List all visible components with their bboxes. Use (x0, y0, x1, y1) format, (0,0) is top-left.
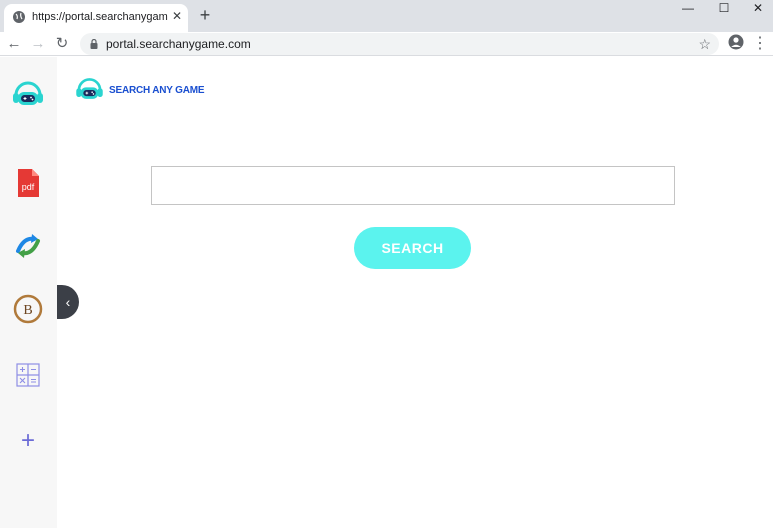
browser-menu-icon[interactable]: ⋮ (750, 34, 770, 54)
search-input[interactable] (151, 166, 675, 205)
new-tab-button[interactable]: + (196, 6, 214, 24)
tab-strip: https://portal.searchanygame.co ✕ + — ☐ … (0, 0, 773, 32)
bitcoin-icon-label: B (23, 303, 32, 318)
close-window-button[interactable]: ✕ (740, 0, 773, 16)
brand-name: SEARCH ANY GAME (109, 84, 205, 96)
forward-button[interactable]: → (28, 34, 48, 54)
profile-avatar-icon[interactable] (726, 34, 746, 54)
browser-toolbar: ← → ↻ portal.searchanygame.com ☆ ⋮ (0, 32, 773, 56)
search-button[interactable]: SEARCH (354, 227, 471, 269)
reload-button[interactable]: ↻ (52, 34, 72, 54)
lock-icon (90, 39, 98, 49)
main-content: SEARCH ANY GAME SEARCH (57, 57, 773, 528)
bookmark-star-icon[interactable]: ☆ (698, 35, 711, 53)
globe-icon (13, 11, 25, 23)
game-controller-logo-icon[interactable] (10, 77, 46, 113)
add-icon[interactable]: + (10, 423, 46, 459)
bitcoin-icon[interactable]: B (10, 291, 46, 327)
tab-title: https://portal.searchanygame.co (32, 11, 168, 23)
pdf-icon-label: pdf (22, 182, 35, 192)
address-bar[interactable]: portal.searchanygame.com ☆ (80, 33, 719, 55)
maximize-button[interactable]: ☐ (706, 0, 742, 16)
minimize-button[interactable]: — (670, 0, 706, 16)
calculator-icon[interactable] (10, 357, 46, 393)
brand-logo[interactable]: SEARCH ANY GAME (73, 75, 205, 105)
sidebar: pdf B + (0, 57, 57, 528)
back-button[interactable]: ← (4, 34, 24, 54)
browser-tab[interactable]: https://portal.searchanygame.co ✕ (4, 4, 188, 32)
url-text: portal.searchanygame.com (106, 37, 251, 51)
pdf-icon[interactable]: pdf (10, 165, 46, 201)
game-controller-brand-icon (76, 78, 103, 99)
tab-close-icon[interactable]: ✕ (170, 9, 184, 23)
converter-arrows-icon[interactable] (10, 227, 46, 263)
